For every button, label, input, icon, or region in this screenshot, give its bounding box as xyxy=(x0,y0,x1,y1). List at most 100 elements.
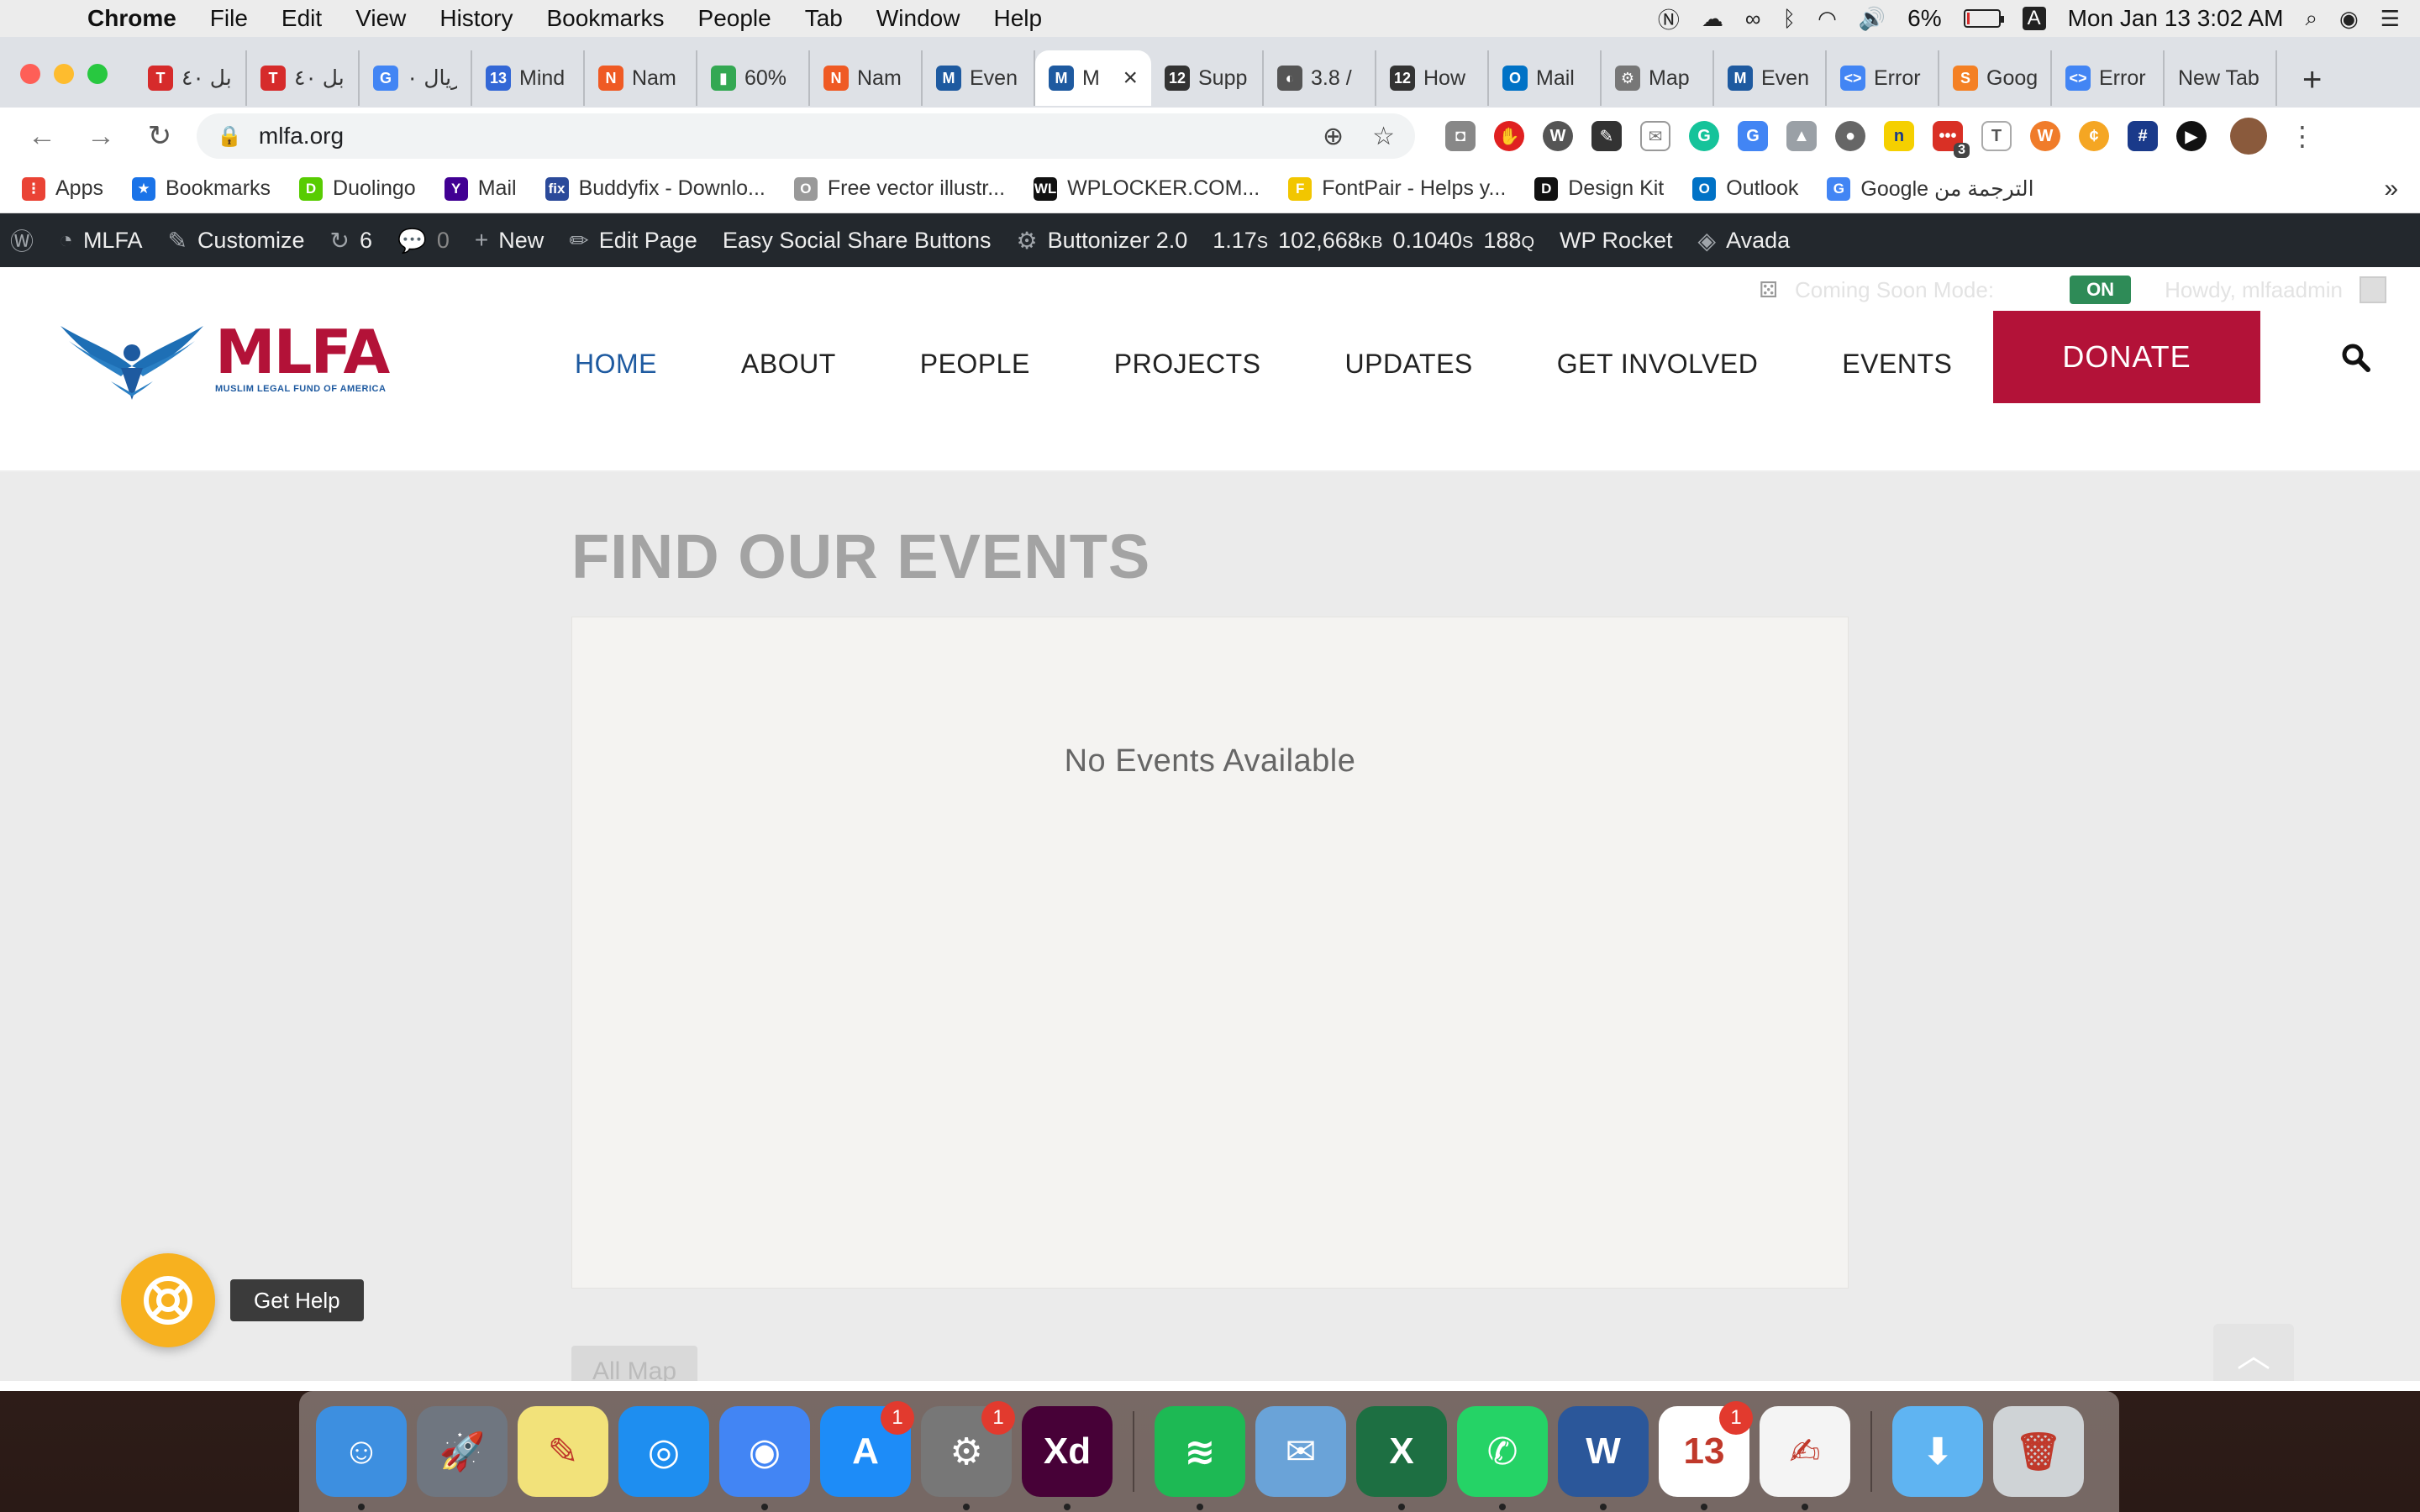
search-icon[interactable] xyxy=(2339,341,2373,375)
tab-18[interactable]: New Tab xyxy=(2165,50,2277,106)
get-help-button[interactable] xyxy=(121,1253,215,1347)
excel-icon[interactable]: X xyxy=(1356,1406,1447,1510)
drive-extension-icon[interactable]: ▲ xyxy=(1786,121,1817,151)
wappalyzer-extension-icon[interactable]: W xyxy=(2030,121,2060,151)
tab-15[interactable]: <> Error xyxy=(1827,50,1939,106)
new-tab-plus-icon[interactable]: + xyxy=(2277,52,2347,108)
stickies-icon[interactable]: ✎ xyxy=(518,1406,608,1497)
adblock-extension-icon[interactable]: ✋ xyxy=(1494,121,1524,151)
font-extension-icon[interactable]: T xyxy=(1981,121,2012,151)
all-map-button[interactable]: All Map xyxy=(571,1346,697,1381)
address-bar[interactable]: 🔒 mlfa.org ⊕ ☆ xyxy=(197,113,1415,159)
tab-8[interactable]: M M × xyxy=(1035,50,1151,106)
tab-5[interactable]: ▮ 60% xyxy=(697,50,810,106)
tab-1[interactable]: T ابل ٤٠ xyxy=(247,50,360,106)
mail-icon[interactable]: ✉ xyxy=(1255,1406,1346,1497)
tab-3[interactable]: 13 Mind xyxy=(472,50,585,106)
bluetooth-icon[interactable]: ᛒ xyxy=(1782,6,1796,32)
menu-tab[interactable]: Tab xyxy=(788,5,860,32)
translate-extension-icon[interactable]: G xyxy=(1738,121,1768,151)
tab-7[interactable]: M Even xyxy=(923,50,1035,106)
textedit-icon[interactable]: ✍ xyxy=(1760,1406,1850,1510)
menu-clock[interactable]: Mon Jan 13 3:02 AM xyxy=(2068,5,2284,32)
tab-12[interactable]: O Mail xyxy=(1489,50,1602,106)
chrome-menu-icon[interactable]: ⋮ xyxy=(2289,120,2316,152)
wp-social-share-link[interactable]: Easy Social Share Buttons xyxy=(723,228,992,254)
location-extension-icon[interactable]: ● xyxy=(1835,121,1865,151)
minimize-window-icon[interactable] xyxy=(54,64,74,84)
bookmark-item[interactable]: ⋮ Apps xyxy=(22,176,103,201)
zoom-window-icon[interactable] xyxy=(87,64,108,84)
color-picker-extension-icon[interactable]: ✎ xyxy=(1591,121,1622,151)
menu-file[interactable]: File xyxy=(193,5,265,32)
wordpress-logo-icon[interactable]: Ⓦ xyxy=(10,223,34,257)
wordpress-extension-icon[interactable]: W xyxy=(1543,121,1573,151)
bookmark-item[interactable]: G Google الترجمة من xyxy=(1827,176,2034,202)
nav-get-involved[interactable]: GET INVOLVED xyxy=(1557,349,1759,380)
finder-icon[interactable]: ☺ xyxy=(316,1406,407,1510)
wp-new-link[interactable]: + New xyxy=(475,227,544,254)
input-source-icon[interactable]: A xyxy=(2022,7,2046,30)
cloud-upload-icon[interactable]: ☁ xyxy=(1702,6,1723,32)
bookmark-item[interactable]: WL WPLOCKER.COM... xyxy=(1034,176,1260,201)
tab-16[interactable]: S Goog xyxy=(1939,50,2052,106)
lock-icon[interactable]: 🔒 xyxy=(217,124,242,149)
menu-app-name[interactable]: Chrome xyxy=(71,5,193,32)
grammarly-extension-icon[interactable]: G xyxy=(1689,121,1719,151)
app-store-icon[interactable]: A1 xyxy=(820,1401,914,1497)
todo-extension-icon[interactable]: ••• 3 xyxy=(1933,121,1970,158)
battery-icon[interactable] xyxy=(1963,9,2004,28)
menu-bookmarks[interactable]: Bookmarks xyxy=(529,5,681,32)
spotlight-search-icon[interactable]: ⌕ xyxy=(2305,5,2317,32)
get-help-label[interactable]: Get Help xyxy=(230,1279,364,1321)
tab-9[interactable]: 12 Supp xyxy=(1151,50,1264,106)
wifi-icon[interactable]: ◠ xyxy=(1818,6,1837,32)
bookmark-item[interactable]: D Duolingo xyxy=(299,176,416,201)
install-icon[interactable]: ⊕ xyxy=(1323,122,1344,151)
coin-extension-icon[interactable]: ¢ xyxy=(2079,121,2109,151)
camera-extension-icon[interactable]: ◘ xyxy=(1445,121,1476,151)
adobe-xd-icon[interactable]: Xd xyxy=(1022,1406,1113,1510)
wp-updates-link[interactable]: ↻ 6 xyxy=(329,227,372,255)
tab-13[interactable]: ⚙ Map xyxy=(1602,50,1714,106)
bookmark-item[interactable]: ★ Bookmarks xyxy=(131,176,271,201)
creative-cloud-icon[interactable]: ∞ xyxy=(1745,6,1761,32)
mail-extension-icon[interactable]: ✉ xyxy=(1640,121,1670,151)
bookmarks-overflow-icon[interactable]: » xyxy=(2384,175,2398,203)
nav-updates[interactable]: UPDATES xyxy=(1344,349,1472,380)
wp-customize-link[interactable]: ✎ Customize xyxy=(167,227,304,255)
calendar-icon[interactable]: 13 1 xyxy=(1659,1401,1753,1510)
nav-projects[interactable]: PROJECTS xyxy=(1114,349,1261,380)
downloads-folder-icon[interactable]: ⬇ xyxy=(1892,1406,1983,1497)
bookmark-item[interactable]: O Free vector illustr... xyxy=(793,176,1005,201)
siri-icon[interactable]: ◉ xyxy=(2339,6,2359,32)
bookmark-item[interactable]: O Outlook xyxy=(1692,176,1798,201)
wp-query-monitor[interactable]: 1.17S 102,668KB 0.1040S 188Q xyxy=(1213,228,1534,254)
donate-button[interactable]: DONATE xyxy=(1993,311,2260,403)
wp-comments-link[interactable]: 💬 0 xyxy=(397,227,450,255)
system-preferences-icon[interactable]: ⚙ 1 xyxy=(921,1401,1015,1510)
word-icon[interactable]: W xyxy=(1558,1406,1649,1510)
events-map-panel[interactable]: No Events Available xyxy=(571,617,1849,1289)
nav-events[interactable]: EVENTS xyxy=(1842,349,1952,380)
safari-icon[interactable]: ◎ xyxy=(618,1406,709,1497)
wp-buttonizer-link[interactable]: ⚙ Buttonizer 2.0 xyxy=(1017,227,1188,255)
reload-icon[interactable]: ↻ xyxy=(138,119,182,153)
tab-4[interactable]: N Nam xyxy=(585,50,697,106)
coming-soon-toggle[interactable]: ON xyxy=(2070,276,2132,304)
wp-rocket-link[interactable]: WP Rocket xyxy=(1560,228,1673,254)
site-logo[interactable]: MLFA MUSLIM LEGAL FUND OF AMERICA xyxy=(60,316,390,400)
volume-icon[interactable]: 🔊 xyxy=(1859,6,1886,32)
wp-avada-link[interactable]: ◈ Avada xyxy=(1698,227,1791,255)
menu-help[interactable]: Help xyxy=(976,5,1059,32)
wp-site-link[interactable]: ◔ MLFA xyxy=(59,227,142,254)
tab-6[interactable]: N Nam xyxy=(810,50,923,106)
crop-extension-icon[interactable]: # xyxy=(2128,121,2158,151)
forward-arrow-icon[interactable]: → xyxy=(79,120,123,153)
chrome-icon[interactable]: ◉ xyxy=(719,1406,810,1510)
spotify-icon[interactable]: ≋ xyxy=(1155,1406,1245,1510)
howdy-text[interactable]: Howdy, mlfaadmin xyxy=(2165,277,2343,303)
scroll-to-top-button[interactable]: ︿ xyxy=(2213,1324,2294,1381)
tab-10[interactable]: ◐ 3.8 / xyxy=(1264,50,1376,106)
menu-window[interactable]: Window xyxy=(860,5,977,32)
